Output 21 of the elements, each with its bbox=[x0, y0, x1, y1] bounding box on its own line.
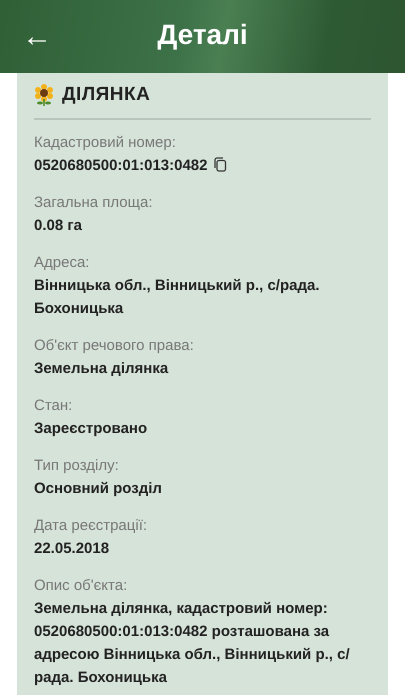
field-value: Зареєстровано bbox=[34, 420, 148, 436]
field-label: Тип розділу: bbox=[34, 456, 119, 474]
field-value: Земельна ділянка bbox=[34, 360, 168, 376]
field-label: Кадастровий номер: bbox=[34, 134, 176, 150]
field-value: Земельна ділянка, кадастровий номер: 0520680500:01:013:0482 розташована за адресою Вінницька обл., Вінницький р., с/рада. Бохоницька bbox=[34, 600, 350, 686]
section-title: ДІЛЯНКА bbox=[62, 83, 150, 107]
field-label: Об'єкт речового права: bbox=[34, 336, 194, 354]
back-button[interactable]: ← bbox=[18, 22, 56, 52]
field-value: Вінницька обл., Вінницький р., с/рада. Бохоницька bbox=[34, 276, 320, 316]
field-value: 22.05.2018 bbox=[34, 540, 110, 556]
field-label: Адреса: bbox=[34, 254, 90, 270]
field-label: Опис об'єкта: bbox=[34, 576, 128, 594]
field-label: Стан: bbox=[34, 396, 72, 414]
page-title: Деталі bbox=[157, 19, 248, 50]
copy-icon[interactable] bbox=[214, 156, 226, 172]
sunflower-icon bbox=[34, 84, 54, 106]
field-label: Дата реєстрації: bbox=[34, 516, 148, 534]
field-value: 0520680500:01:013:0482 bbox=[34, 156, 208, 174]
field-value: Основний розділ bbox=[34, 480, 162, 496]
field-label: Загальна площа: bbox=[34, 194, 152, 210]
field-value: 0.08 га bbox=[34, 216, 82, 234]
